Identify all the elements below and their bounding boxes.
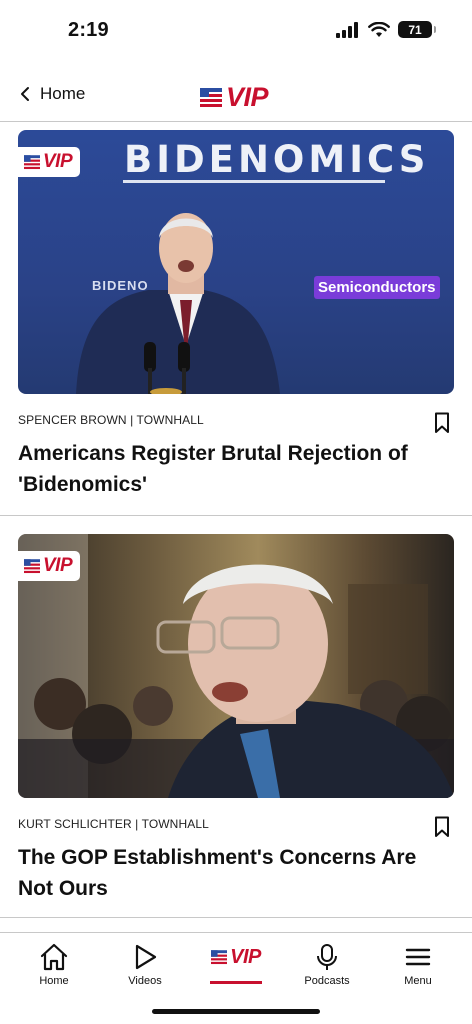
article-headline[interactable]: Americans Register Brutal Rejection of '…: [18, 438, 448, 500]
article-headline[interactable]: The GOP Establishment's Concerns Are Not…: [18, 842, 448, 904]
tab-videos[interactable]: Videos: [105, 943, 185, 987]
menu-icon: [405, 948, 431, 966]
vip-badge: VIP: [18, 551, 81, 581]
article-image[interactable]: BIDENOMICS BIDENO Semiconductors VIP: [18, 130, 454, 394]
article-byline: KURT SCHLICHTER | TOWNHALL: [18, 817, 209, 831]
tab-vip[interactable]: VIP: [196, 943, 276, 984]
flag-icon: [24, 558, 40, 573]
signal-icon: [336, 21, 358, 38]
tab-label: Home: [39, 975, 69, 987]
tab-podcasts[interactable]: Podcasts: [287, 943, 367, 987]
active-tab-indicator: [210, 981, 262, 984]
home-icon: [40, 943, 68, 971]
play-icon: [135, 944, 157, 970]
article-card[interactable]: BIDENOMICS BIDENO Semiconductors VIP SPE…: [0, 130, 472, 516]
tab-label: Podcasts: [304, 975, 350, 987]
flag-icon: [200, 87, 222, 107]
article-byline: SPENCER BROWN | TOWNHALL: [18, 413, 204, 427]
microphone-icon: [317, 944, 337, 970]
tab-label: VIP: [230, 945, 261, 968]
speaker-photo: [76, 213, 280, 394]
article-card[interactable]: VIP KURT SCHLICHTER | TOWNHALL The GOP E…: [0, 534, 472, 918]
chevron-left-icon: [21, 87, 29, 101]
battery-icon: 71: [398, 21, 436, 38]
app-header: Home VIP: [0, 72, 472, 122]
home-indicator[interactable]: [152, 1009, 320, 1014]
article-image[interactable]: VIP: [18, 534, 454, 798]
flag-icon: [24, 154, 40, 169]
vip-logo: VIP: [211, 943, 261, 971]
battery-level: 71: [408, 22, 422, 37]
status-bar: 2:19 71: [0, 0, 472, 62]
status-time: 2:19: [68, 19, 109, 41]
bookmark-icon[interactable]: [434, 816, 450, 838]
logo-text: VIP: [226, 82, 269, 112]
tab-home[interactable]: Home: [14, 943, 94, 987]
speaker-photo: [18, 534, 454, 798]
divider: [0, 515, 472, 516]
back-label: Home: [40, 84, 86, 103]
badge-text: VIP: [43, 555, 73, 576]
back-button[interactable]: Home: [20, 84, 85, 104]
tab-menu[interactable]: Menu: [378, 943, 458, 987]
vip-badge: VIP: [18, 147, 81, 177]
tab-label: Menu: [404, 975, 432, 987]
bookmark-icon[interactable]: [434, 412, 450, 434]
status-icons: 71: [336, 21, 436, 38]
divider: [0, 917, 472, 918]
tab-label: Videos: [128, 975, 162, 987]
badge-text: VIP: [43, 151, 73, 172]
flag-icon: [211, 949, 228, 964]
wifi-icon: [368, 21, 390, 37]
vip-logo[interactable]: VIP: [200, 82, 269, 113]
